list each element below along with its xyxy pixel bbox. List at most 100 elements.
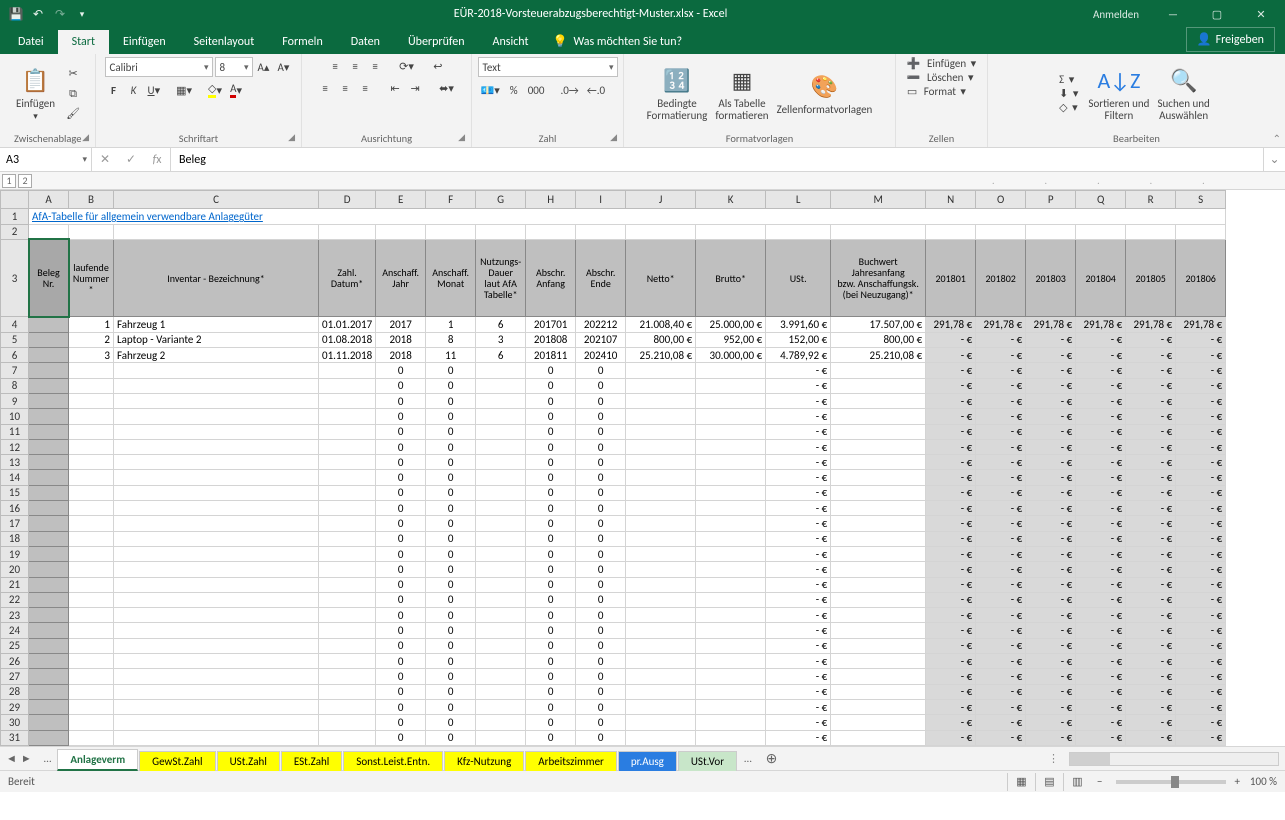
redo-icon[interactable]: ↷ — [52, 6, 68, 22]
row-header-22[interactable]: 22 — [1, 592, 29, 607]
row-header-4[interactable]: 4 — [1, 317, 29, 332]
row-header-6[interactable]: 6 — [1, 348, 29, 363]
italic-button[interactable]: K — [125, 81, 143, 99]
close-button[interactable]: ✕ — [1241, 0, 1281, 28]
row-header-9[interactable]: 9 — [1, 393, 29, 408]
paste-button[interactable]: 📋 Einfügen ▾ — [12, 64, 59, 123]
table-header[interactable]: Beleg Nr. — [29, 239, 69, 317]
format-cells-button[interactable]: ▭ Format ▾ — [907, 85, 966, 98]
fx-icon[interactable]: fx — [144, 153, 170, 167]
undo-icon[interactable]: ↶ — [30, 6, 46, 22]
col-header-K[interactable]: K — [696, 191, 766, 209]
sheet-tab-kfz-nutzung[interactable]: Kfz-Nutzung — [444, 751, 524, 771]
fill-color-button[interactable]: ◇▾ — [205, 81, 225, 99]
increase-indent-button[interactable]: ⇥ — [406, 79, 424, 97]
row-header-10[interactable]: 10 — [1, 409, 29, 424]
col-header-G[interactable]: G — [476, 191, 526, 209]
decrease-decimal-button[interactable]: ←.0 — [584, 81, 608, 99]
cut-button[interactable]: ✂ — [63, 65, 83, 83]
col-header-J[interactable]: J — [626, 191, 696, 209]
row-header-17[interactable]: 17 — [1, 516, 29, 531]
maximize-button[interactable]: ▢ — [1197, 0, 1237, 28]
table-header[interactable]: Zahl. Datum* — [319, 239, 376, 317]
dialog-launcher-icon[interactable]: ◢ — [288, 132, 295, 143]
increase-font-button[interactable]: A▴ — [255, 58, 273, 76]
col-header-F[interactable]: F — [426, 191, 476, 209]
ribbon-tab-formeln[interactable]: Formeln — [268, 30, 336, 54]
table-header[interactable]: laufende Nummer * — [69, 239, 114, 317]
increase-decimal-button[interactable]: .0→ — [557, 81, 581, 99]
col-header-B[interactable]: B — [69, 191, 114, 209]
copy-button[interactable]: ⧉ — [63, 85, 83, 103]
row-header-20[interactable]: 20 — [1, 562, 29, 577]
percent-button[interactable]: % — [505, 81, 523, 99]
clear-button[interactable]: ◇ ▾ — [1059, 101, 1077, 114]
afa-link[interactable]: AfA-Tabelle für allgemein verwendbare An… — [29, 209, 1226, 224]
row-header-30[interactable]: 30 — [1, 715, 29, 730]
ribbon-tab-überprüfen[interactable]: Überprüfen — [394, 30, 479, 54]
cell-styles-button[interactable]: 🎨Zellenformatvorlagen — [773, 70, 877, 118]
find-select-button[interactable]: 🔍Suchen und Auswählen — [1153, 64, 1213, 123]
horizontal-scrollbar[interactable] — [1069, 752, 1279, 766]
select-all-corner[interactable] — [1, 191, 29, 209]
sheet-tab-arbeitszimmer[interactable]: Arbeitszimmer — [525, 751, 617, 771]
align-left-button[interactable]: ≡ — [316, 79, 334, 97]
zoom-in-button[interactable]: + — [1234, 775, 1239, 788]
row-header-27[interactable]: 27 — [1, 669, 29, 684]
wrap-text-button[interactable]: ↩ — [429, 57, 447, 75]
sheet-tab-sonst-leist-entn-[interactable]: Sonst.Leist.Entn. — [343, 751, 443, 771]
align-right-button[interactable]: ≡ — [356, 79, 374, 97]
orientation-button[interactable]: ⟳▾ — [396, 57, 417, 75]
row-header-12[interactable]: 12 — [1, 439, 29, 454]
page-layout-view-button[interactable]: ▤ — [1035, 773, 1063, 791]
bold-button[interactable]: F — [105, 81, 123, 99]
col-header-C[interactable]: C — [114, 191, 319, 209]
row-header-13[interactable]: 13 — [1, 455, 29, 470]
table-header[interactable]: 201806 — [1176, 239, 1226, 317]
insert-cells-button[interactable]: ➕ Einfügen ▾ — [907, 57, 976, 70]
row-header-14[interactable]: 14 — [1, 470, 29, 485]
row-header-24[interactable]: 24 — [1, 623, 29, 638]
share-button[interactable]: 👤 Freigeben — [1186, 27, 1275, 52]
ribbon-tab-start[interactable]: Start — [58, 30, 109, 54]
table-header[interactable]: Inventar - Bezeichnung* — [114, 239, 319, 317]
sheet-tab-est-zahl[interactable]: ESt.Zahl — [281, 751, 342, 771]
number-format-combo[interactable]: Text — [478, 57, 618, 77]
align-middle-button[interactable]: ≡ — [346, 57, 364, 75]
tab-split-icon[interactable]: ⋮ — [1048, 752, 1059, 765]
row-header-2[interactable]: 2 — [1, 224, 29, 239]
align-bottom-button[interactable]: ≡ — [366, 57, 384, 75]
sheet-tab-anlageverm[interactable]: Anlageverm — [57, 749, 138, 771]
col-header-Q[interactable]: Q — [1076, 191, 1126, 209]
ribbon-tab-datei[interactable]: Datei — [4, 30, 58, 54]
formula-input[interactable]: Beleg — [171, 148, 1263, 171]
cancel-formula-icon[interactable]: ✕ — [92, 152, 118, 167]
autosum-button[interactable]: Σ ▾ — [1059, 73, 1074, 86]
ribbon-tab-daten[interactable]: Daten — [337, 30, 394, 54]
row-header-26[interactable]: 26 — [1, 654, 29, 669]
zoom-level[interactable]: 100 % — [1250, 775, 1277, 788]
col-header-I[interactable]: I — [576, 191, 626, 209]
table-header[interactable]: 201801 — [926, 239, 976, 317]
row-header-21[interactable]: 21 — [1, 577, 29, 592]
font-size-combo[interactable]: 8 — [215, 57, 253, 77]
row-header-3[interactable]: 3 — [1, 239, 29, 317]
row-header-31[interactable]: 31 — [1, 730, 29, 746]
accounting-format-button[interactable]: 💶▾ — [478, 81, 503, 99]
row-header-28[interactable]: 28 — [1, 684, 29, 699]
table-header[interactable]: 201803 — [1026, 239, 1076, 317]
qat-customize-icon[interactable]: ▾ — [74, 6, 90, 22]
ribbon-tab-seitenlayout[interactable]: Seitenlayout — [180, 30, 269, 54]
sheet-tab-gewst-zahl[interactable]: GewSt.Zahl — [139, 751, 215, 771]
col-header-A[interactable]: A — [29, 191, 69, 209]
align-top-button[interactable]: ≡ — [326, 57, 344, 75]
align-center-button[interactable]: ≡ — [336, 79, 354, 97]
col-header-E[interactable]: E — [376, 191, 426, 209]
outline-level-2[interactable]: 2 — [18, 174, 32, 188]
row-header-7[interactable]: 7 — [1, 363, 29, 378]
dialog-launcher-icon[interactable]: ◢ — [82, 132, 89, 143]
sort-filter-button[interactable]: A↓ZSortieren und Filtern — [1084, 64, 1153, 123]
save-icon[interactable]: 💾 — [8, 6, 24, 22]
ribbon-tab-einfügen[interactable]: Einfügen — [109, 30, 180, 54]
ribbon-tab-ansicht[interactable]: Ansicht — [479, 30, 543, 54]
